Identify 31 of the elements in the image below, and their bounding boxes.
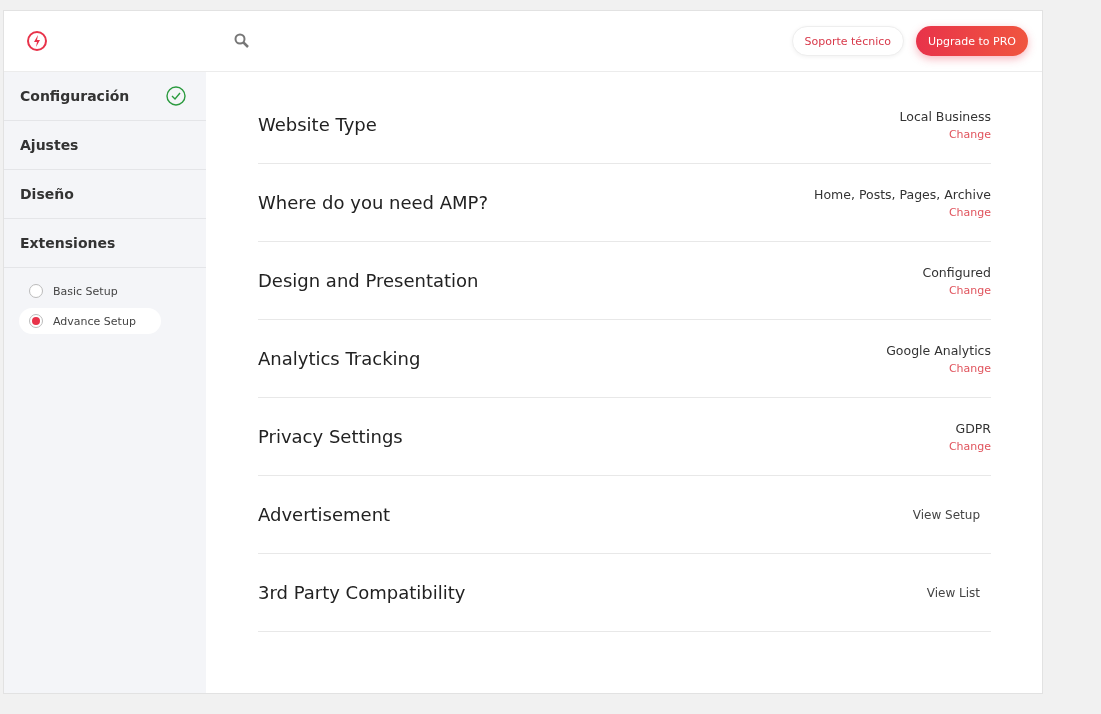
setup-option[interactable]: Advance Setup [19, 308, 161, 334]
radio-button[interactable] [29, 284, 43, 298]
section-title: Privacy Settings [258, 426, 403, 447]
section-title: Where do you need AMP? [258, 192, 488, 213]
section-title: Website Type [258, 114, 377, 135]
upgrade-button[interactable]: Upgrade to PRO [916, 26, 1028, 56]
change-link[interactable]: Change [948, 127, 991, 141]
view-link[interactable]: View List [926, 585, 980, 600]
setting-value: Local Business [899, 108, 991, 124]
setting-value: Home, Posts, Pages, Archive [814, 186, 991, 202]
search-icon[interactable] [234, 33, 250, 49]
change-link[interactable]: Change [948, 283, 991, 297]
section-title: Analytics Tracking [258, 348, 421, 369]
setting-value: Google Analytics [886, 342, 991, 358]
setup-option[interactable]: Basic Setup [19, 278, 143, 304]
sidebar-item[interactable]: Ajustes [20, 137, 79, 153]
radio-button[interactable] [29, 314, 43, 328]
support-button[interactable]: Soporte técnico [791, 26, 904, 56]
change-link[interactable]: Change [948, 361, 991, 375]
section-title: 3rd Party Compatibility [258, 582, 466, 603]
lightning-logo-icon [26, 30, 48, 52]
change-link[interactable]: Change [948, 205, 991, 219]
section-title: Advertisement [258, 504, 391, 525]
setting-value: GDPR [955, 420, 991, 436]
view-link[interactable]: View Setup [912, 507, 980, 522]
sidebar-item[interactable]: Configuración [20, 88, 130, 104]
sidebar-item[interactable]: Extensiones [20, 235, 116, 251]
change-link[interactable]: Change [948, 439, 991, 453]
setting-value: Configured [922, 264, 991, 280]
section-title: Design and Presentation [258, 270, 479, 291]
sidebar-item[interactable]: Diseño [20, 186, 74, 202]
